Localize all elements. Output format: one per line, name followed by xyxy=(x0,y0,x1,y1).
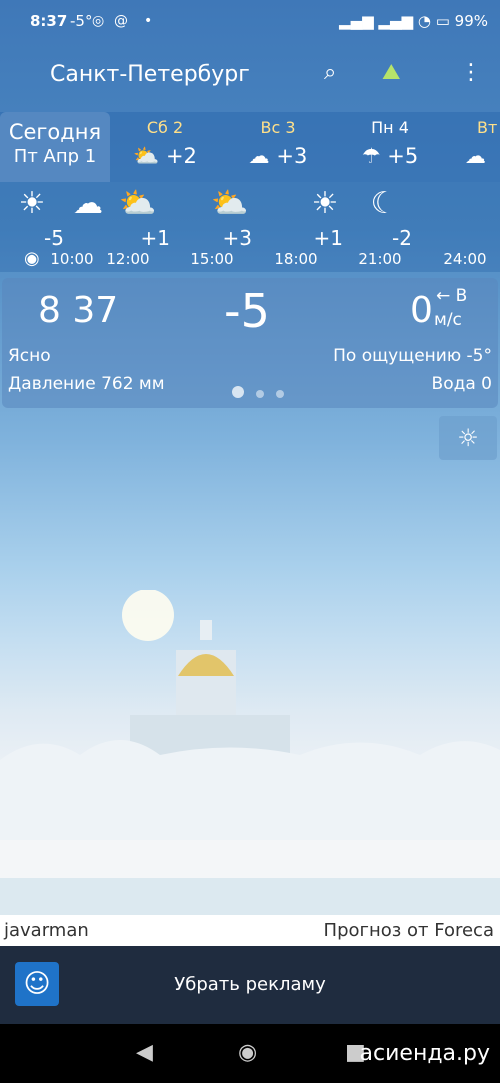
day-today[interactable]: Сегодня Пт Апр 1 xyxy=(0,112,110,182)
hour-time: 21:00 xyxy=(358,250,402,268)
app-bar: Санкт-Петербург ⌕ ⛰ ⋮ xyxy=(0,42,500,112)
hour-temp: +1 xyxy=(140,226,170,250)
battery-level: 99% xyxy=(454,12,488,30)
current-time: 8 37 xyxy=(38,290,119,331)
river-ice xyxy=(0,878,500,915)
day-name: Вс 3 xyxy=(260,118,296,137)
partly-cloudy-icon: ⛅ xyxy=(119,186,157,221)
hour-time: 15:00 xyxy=(190,250,234,268)
background-photo xyxy=(0,590,500,915)
partly-cloudy-icon: ⛅ xyxy=(211,186,249,221)
day-name: Вт xyxy=(477,118,498,137)
day-sun[interactable]: Вс 3 ☁ +3 xyxy=(228,112,328,182)
at-icon: @ xyxy=(114,13,128,29)
wind-speed: 0 xyxy=(410,290,433,331)
status-time: 8:37 xyxy=(30,12,68,30)
remove-ads-label: Убрать рекламу xyxy=(174,974,326,995)
day-temp: +2 xyxy=(165,144,197,168)
daily-forecast: Сегодня Пт Апр 1 Сб 2 ⛅ +2 Вс 3 ☁ +3 Пн … xyxy=(0,112,500,182)
day-temp: +3 xyxy=(276,144,308,168)
feels-like: По ощущению -5° xyxy=(333,346,492,366)
partly-cloudy-icon: ⛅ xyxy=(133,144,160,168)
moon-icon: ☾ xyxy=(370,186,398,221)
sun-orbit-icon: ☼ xyxy=(457,424,479,452)
wifi-icon: ◔ xyxy=(417,12,431,30)
page-dot xyxy=(232,386,244,398)
page-dot xyxy=(256,390,264,398)
forecast-provider[interactable]: Прогноз от Foreca xyxy=(324,920,494,941)
hour-temp: +3 xyxy=(222,226,252,250)
page-dot xyxy=(276,390,284,398)
remove-ads-banner[interactable]: ☺ Убрать рекламу xyxy=(0,946,500,1024)
hour-time: 24:00 xyxy=(443,250,487,268)
status-temp: -5° xyxy=(70,12,93,30)
sun-glow xyxy=(122,590,174,641)
day-temp: +5 xyxy=(387,144,419,168)
watermark: асиенда.ру xyxy=(359,1041,490,1066)
hour-temp: -2 xyxy=(392,226,412,250)
city-title[interactable]: Санкт-Петербург xyxy=(50,62,250,87)
rain-icon: ☂ xyxy=(361,144,381,168)
navigation-bar: ◀ ◉ ■ асиенда.ру xyxy=(0,1024,500,1083)
hour-temp: -5 xyxy=(44,226,64,250)
back-icon[interactable]: ◀ xyxy=(136,1040,153,1065)
hour-col[interactable]: ⛅ +1 xyxy=(98,182,178,250)
hour-time: 18:00 xyxy=(274,250,318,268)
water-temp: Вода 0 xyxy=(431,374,492,394)
day-date: Пт Апр 1 xyxy=(13,146,97,167)
dot-icon: • xyxy=(144,13,153,29)
cloud-icon: ☁ xyxy=(465,144,486,168)
status-bar: 8:37 -5° ◎ @ • ▂▄▆ ▂▄▆ ◔ ▭ 99% xyxy=(0,0,500,42)
signal-icon-2: ▂▄▆ xyxy=(378,12,414,30)
day-name: Пн 4 xyxy=(371,118,409,137)
current-conditions[interactable]: 8 37 -5 0 ← В м/с Ясно По ощущению -5° Д… xyxy=(2,278,498,408)
hour-time: 12:00 xyxy=(106,250,150,268)
more-vert-icon[interactable]: ⋮ xyxy=(460,60,482,85)
hourly-forecast: ☀ -5 ☁ ⛅ +1 ⛅ +3 ☀ +1 ☾ -2 ◉ 10:00 12:00… xyxy=(0,182,500,272)
hour-col[interactable]: ☾ -2 xyxy=(344,182,424,250)
pressure: Давление 762 мм xyxy=(8,374,165,394)
cathedral-lantern xyxy=(200,620,212,640)
sun-position-button[interactable]: ☼ xyxy=(439,416,497,460)
snowy-trees xyxy=(0,740,500,840)
status-right: ▂▄▆ ▂▄▆ ◔ ▭ 99% xyxy=(339,12,488,30)
wind-unit: м/с xyxy=(434,310,462,330)
current-temp: -5 xyxy=(224,284,270,338)
page-indicator xyxy=(232,383,296,402)
photo-author[interactable]: javarman xyxy=(4,920,89,941)
day-name: Сегодня xyxy=(8,120,102,144)
day-sat[interactable]: Сб 2 ⛅ +2 xyxy=(115,112,215,182)
search-icon[interactable]: ⌕ xyxy=(324,60,336,85)
signal-icon: ▂▄▆ xyxy=(339,12,374,30)
whatsapp-icon: ◎ xyxy=(92,13,105,29)
condition: Ясно xyxy=(8,346,51,366)
day-name: Сб 2 xyxy=(146,118,184,137)
hour-col[interactable]: ⛅ +3 xyxy=(190,182,270,250)
wind-direction: ← В xyxy=(436,286,468,306)
photo-credit-bar: javarman Прогноз от Foreca xyxy=(0,915,500,946)
snow-ground xyxy=(0,840,500,880)
battery-icon: ▭ xyxy=(435,12,450,30)
landscape-icon[interactable]: ⛰ xyxy=(382,60,400,85)
day-mon[interactable]: Пн 4 ☂ +5 xyxy=(340,112,440,182)
day-tue[interactable]: Вт ☁ xyxy=(455,112,500,182)
cloud-icon: ☁ xyxy=(248,144,270,168)
home-icon[interactable]: ◉ xyxy=(238,1040,257,1065)
